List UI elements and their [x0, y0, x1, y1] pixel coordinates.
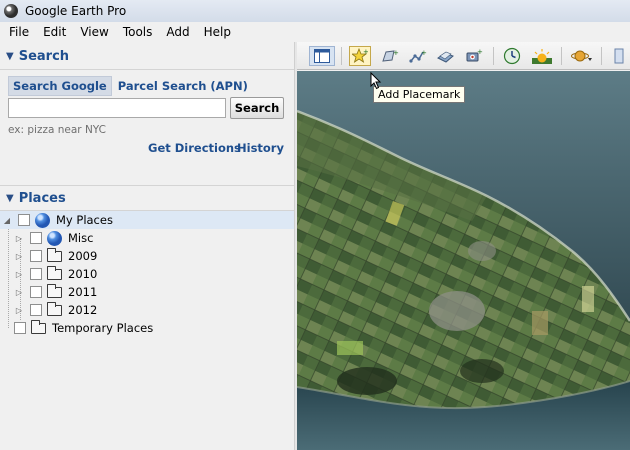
title-bar: Google Earth Pro: [0, 0, 630, 22]
menu-view[interactable]: View: [73, 25, 115, 39]
sunlight-icon[interactable]: [531, 46, 553, 66]
checkbox[interactable]: [18, 214, 30, 226]
tree-item-2011[interactable]: ▷ 2011: [0, 283, 294, 301]
left-panel: ▼ Search Search Google Parcel Search (AP…: [0, 42, 294, 450]
menu-bar: File Edit View Tools Add Help: [0, 22, 630, 42]
menu-help[interactable]: Help: [197, 25, 238, 39]
folder-icon: [47, 301, 62, 316]
polygon-icon[interactable]: +: [379, 46, 401, 66]
menu-add[interactable]: Add: [159, 25, 196, 39]
menu-edit[interactable]: Edit: [36, 25, 73, 39]
folder-icon: [47, 283, 62, 298]
tree-item-label: Temporary Places: [52, 321, 154, 335]
menu-tools[interactable]: Tools: [116, 25, 160, 39]
places-header-label: Places: [18, 190, 66, 206]
expand-arrow-icon[interactable]: ▷: [14, 234, 24, 243]
expand-arrow-icon[interactable]: ▷: [14, 252, 24, 261]
toolbar-separator: [341, 47, 342, 65]
places-tree: ◢ My Places ▷ Misc ▷ 2009 ▷ 2010 ▷ 2011 …: [0, 210, 294, 450]
placemark-icon[interactable]: +: [349, 46, 371, 66]
google-earth-icon: [4, 4, 18, 18]
tree-item-label: 2009: [68, 249, 98, 263]
tree-item-2009[interactable]: ▷ 2009: [0, 247, 294, 265]
search-tabs: Search Google Parcel Search (APN): [8, 76, 248, 96]
historical-imagery-icon[interactable]: [501, 46, 523, 66]
tree-item-temporary-places[interactable]: Temporary Places: [0, 319, 294, 337]
checkbox[interactable]: [30, 304, 42, 316]
sidebar-toggle-icon[interactable]: [309, 46, 335, 66]
tree-item-label: Misc: [68, 231, 94, 245]
tab-search-google[interactable]: Search Google: [8, 76, 112, 96]
expand-arrow-icon[interactable]: ▷: [14, 270, 24, 279]
toolbar-separator: [561, 47, 562, 65]
search-panel-header[interactable]: ▼ Search: [0, 44, 294, 70]
tree-item-my-places[interactable]: ◢ My Places: [0, 211, 294, 229]
checkbox[interactable]: [30, 232, 42, 244]
folder-icon: [47, 265, 62, 280]
record-tour-icon[interactable]: +: [463, 46, 485, 66]
path-icon[interactable]: +: [407, 46, 429, 66]
globe-icon: [35, 212, 50, 228]
planets-icon[interactable]: [569, 46, 595, 66]
map-toolbar: + + + +: [297, 42, 630, 70]
svg-text:+: +: [393, 49, 399, 57]
toolbar-separator: [601, 47, 602, 65]
menu-file[interactable]: File: [2, 25, 36, 39]
satellite-imagery[interactable]: [297, 71, 630, 450]
tree-item-2010[interactable]: ▷ 2010: [0, 265, 294, 283]
tab-parcel-search[interactable]: Parcel Search (APN): [118, 79, 248, 93]
collapse-arrow-icon[interactable]: ◢: [2, 216, 12, 225]
globe-icon: [47, 230, 62, 246]
svg-text:+: +: [477, 48, 483, 56]
toolbar-separator: [493, 47, 494, 65]
history-link[interactable]: History: [237, 141, 284, 155]
toolbar-tooltip: Add Placemark: [373, 86, 466, 103]
places-panel-header[interactable]: ▼ Places: [0, 185, 294, 211]
search-hint: ex: pizza near NYC: [8, 124, 106, 136]
search-button[interactable]: Search: [230, 97, 284, 119]
collapse-triangle-icon[interactable]: ▼: [6, 51, 14, 62]
window-title: Google Earth Pro: [25, 4, 127, 18]
search-input[interactable]: [8, 98, 226, 118]
collapse-triangle-icon[interactable]: ▼: [6, 193, 14, 204]
folder-icon: [47, 247, 62, 262]
search-header-label: Search: [18, 49, 70, 64]
tree-item-label: 2011: [68, 285, 98, 299]
checkbox[interactable]: [30, 268, 42, 280]
tree-item-misc[interactable]: ▷ Misc: [0, 229, 294, 247]
tree-item-label: 2010: [68, 267, 98, 281]
tree-item-label: My Places: [56, 213, 113, 227]
more-tools-icon[interactable]: [609, 46, 629, 66]
tree-item-label: 2012: [68, 303, 98, 317]
checkbox[interactable]: [14, 322, 26, 334]
mouse-cursor-icon: [370, 72, 382, 90]
expand-arrow-icon[interactable]: ▷: [14, 306, 24, 315]
get-directions-link[interactable]: Get Directions: [148, 141, 241, 155]
earth-map-view[interactable]: [297, 71, 630, 450]
svg-text:+: +: [363, 48, 368, 56]
checkbox[interactable]: [30, 286, 42, 298]
expand-arrow-icon[interactable]: ▷: [14, 288, 24, 297]
tree-item-2012[interactable]: ▷ 2012: [0, 301, 294, 319]
svg-text:+: +: [421, 49, 427, 57]
folder-icon: [31, 319, 46, 334]
checkbox[interactable]: [30, 250, 42, 262]
image-overlay-icon[interactable]: [435, 46, 457, 66]
